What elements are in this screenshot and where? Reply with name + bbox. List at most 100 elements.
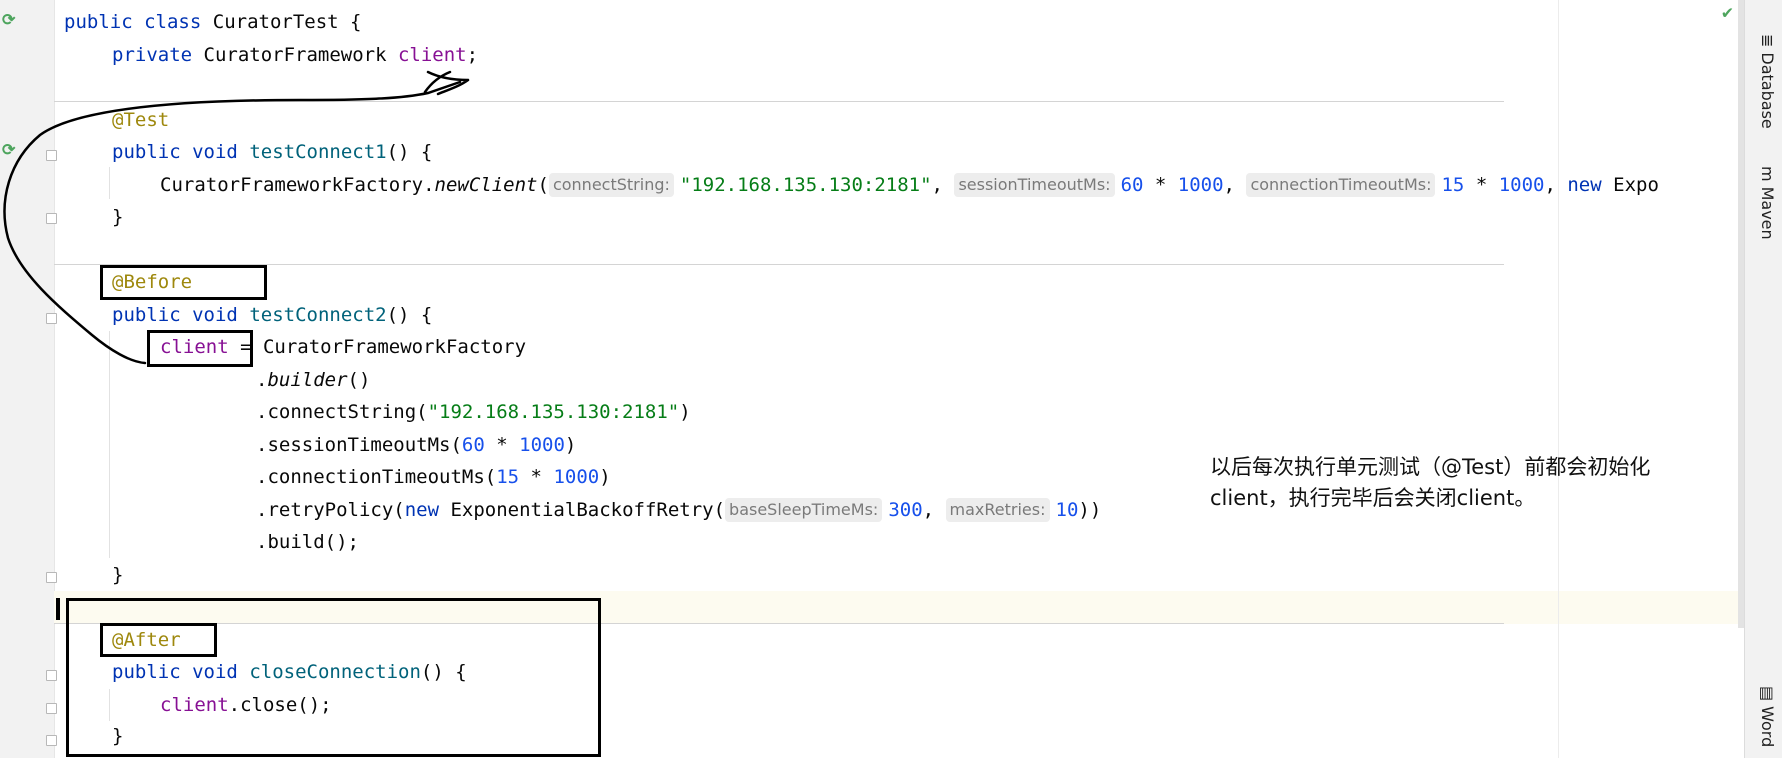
method-name: testConnect2: [249, 304, 387, 326]
maven-icon: m: [1758, 166, 1777, 182]
code-line-2[interactable]: private CuratorFramework client;: [112, 39, 478, 71]
code-line-1[interactable]: public class CuratorTest {: [64, 6, 361, 38]
number: 1000: [1498, 174, 1545, 196]
number: 1000: [553, 466, 600, 488]
run-test-icon[interactable]: ⟳: [2, 142, 18, 158]
method-name: testConnect1: [249, 141, 387, 163]
keyword: class: [144, 11, 202, 33]
code-line-14[interactable]: .retryPolicy(new ExponentialBackoffRetry…: [256, 494, 1101, 526]
method-call: .build();: [256, 531, 359, 553]
punct: ,: [1544, 174, 1568, 196]
keyword: public: [64, 11, 133, 33]
keyword: new: [1567, 174, 1602, 196]
brace: }: [112, 206, 124, 228]
keyword: new: [404, 499, 440, 521]
punct: () {: [386, 304, 433, 326]
method-call: .connectString(: [256, 401, 428, 423]
keyword: public: [112, 141, 181, 163]
annotation-note: 以后每次执行单元测试（@Test）前都会初始化client，执行完毕后会关闭cl…: [1210, 455, 1651, 510]
annotation-test: @Test: [112, 109, 170, 131]
word-icon: ▤: [1758, 686, 1777, 702]
method-call: newClient: [434, 174, 538, 196]
tool-tab-label: Database: [1758, 52, 1777, 129]
keyword: public: [112, 304, 181, 326]
code-line-8[interactable]: public void testConnect2() {: [112, 299, 432, 331]
highlight-box-before: [100, 265, 267, 300]
keyword: private: [112, 44, 193, 66]
code-line-11[interactable]: .connectString("192.168.135.130:2181"): [256, 396, 691, 428]
highlight-box-after: [100, 623, 217, 657]
indent-guide: [109, 331, 110, 558]
brace: {: [338, 11, 362, 33]
param-hint: baseSleepTimeMs:: [725, 498, 883, 522]
method-call: .sessionTimeoutMs(: [256, 434, 462, 456]
highlight-box-client: [147, 330, 253, 367]
tool-tab-label: Word: [1758, 706, 1777, 748]
editor-gutter: ⟳ ⟳: [0, 0, 57, 758]
right-margin-guide: [1558, 0, 1559, 758]
tool-tab-database[interactable]: ≣ Database: [1758, 34, 1777, 129]
number: 15: [496, 466, 520, 488]
operator: *: [1464, 174, 1499, 196]
number: 60: [1120, 174, 1144, 196]
number: 1000: [519, 434, 565, 456]
class-name: CuratorTest: [212, 11, 339, 33]
punct: )): [1078, 499, 1102, 521]
tool-tab-word[interactable]: ▤ Word: [1758, 686, 1777, 747]
punct: ,: [922, 499, 946, 521]
brace: }: [112, 564, 124, 586]
type-name: CuratorFramework: [192, 44, 398, 66]
operator: *: [484, 434, 520, 456]
punct: ): [599, 466, 611, 488]
check-icon: ✔: [1722, 2, 1733, 23]
string-literal: "192.168.135.130:2181": [679, 174, 932, 196]
truncated-text: Expo: [1601, 174, 1659, 196]
code-line-12[interactable]: .sessionTimeoutMs(60 * 1000): [256, 429, 576, 461]
number: 15: [1441, 174, 1465, 196]
param-hint: connectionTimeoutMs:: [1246, 173, 1436, 197]
highlight-box-after-method: [66, 598, 601, 757]
code-line-16[interactable]: }: [112, 559, 123, 591]
field-client: client: [397, 44, 467, 66]
method-call: .retryPolicy(: [256, 499, 405, 521]
punct: ,: [931, 174, 955, 196]
punct: ,: [1223, 174, 1247, 196]
operator: *: [519, 466, 554, 488]
method-separator: [54, 101, 1504, 102]
method-call: builder: [267, 369, 348, 391]
punct: .: [256, 369, 268, 391]
punct: () {: [386, 141, 433, 163]
factory-class: CuratorFrameworkFactory.: [160, 174, 435, 196]
punct: ): [564, 434, 577, 456]
tool-tab-maven[interactable]: m Maven: [1758, 166, 1777, 240]
number: 1000: [1177, 174, 1224, 196]
punct: (): [347, 369, 371, 391]
punct: ): [679, 401, 691, 423]
param-hint: sessionTimeoutMs:: [954, 173, 1115, 197]
number: 300: [888, 499, 923, 521]
punct: (: [537, 174, 549, 196]
run-test-icon[interactable]: ⟳: [2, 12, 18, 28]
code-line-6[interactable]: }: [112, 201, 123, 233]
method-separator: [54, 264, 1504, 265]
code-line-5[interactable]: CuratorFrameworkFactory.newClient( connec…: [160, 169, 1659, 201]
param-hint: maxRetries:: [945, 498, 1050, 522]
number: 60: [461, 434, 485, 456]
operator: *: [1143, 174, 1178, 196]
indent-guide: [109, 167, 110, 199]
code-line-3[interactable]: @Test: [112, 104, 169, 136]
code-line-10[interactable]: .builder(): [256, 364, 370, 396]
punct: ;: [466, 44, 479, 66]
keyword: void: [192, 141, 238, 163]
assignment: = CuratorFrameworkFactory: [228, 336, 527, 358]
code-line-4[interactable]: public void testConnect1() {: [112, 136, 432, 168]
number: 10: [1055, 499, 1079, 521]
code-line-13[interactable]: .connectionTimeoutMs(15 * 1000): [256, 461, 611, 493]
string-literal: "192.168.135.130:2181": [427, 401, 680, 423]
tool-window-sidebar: ≣ Database m Maven ▤ Word: [1744, 0, 1782, 758]
method-call: .connectionTimeoutMs(: [256, 466, 497, 488]
keyword: void: [192, 304, 238, 326]
database-icon: ≣: [1758, 34, 1777, 48]
code-line-15[interactable]: .build();: [256, 526, 359, 558]
class-name: ExponentialBackoffRetry(: [439, 499, 726, 521]
